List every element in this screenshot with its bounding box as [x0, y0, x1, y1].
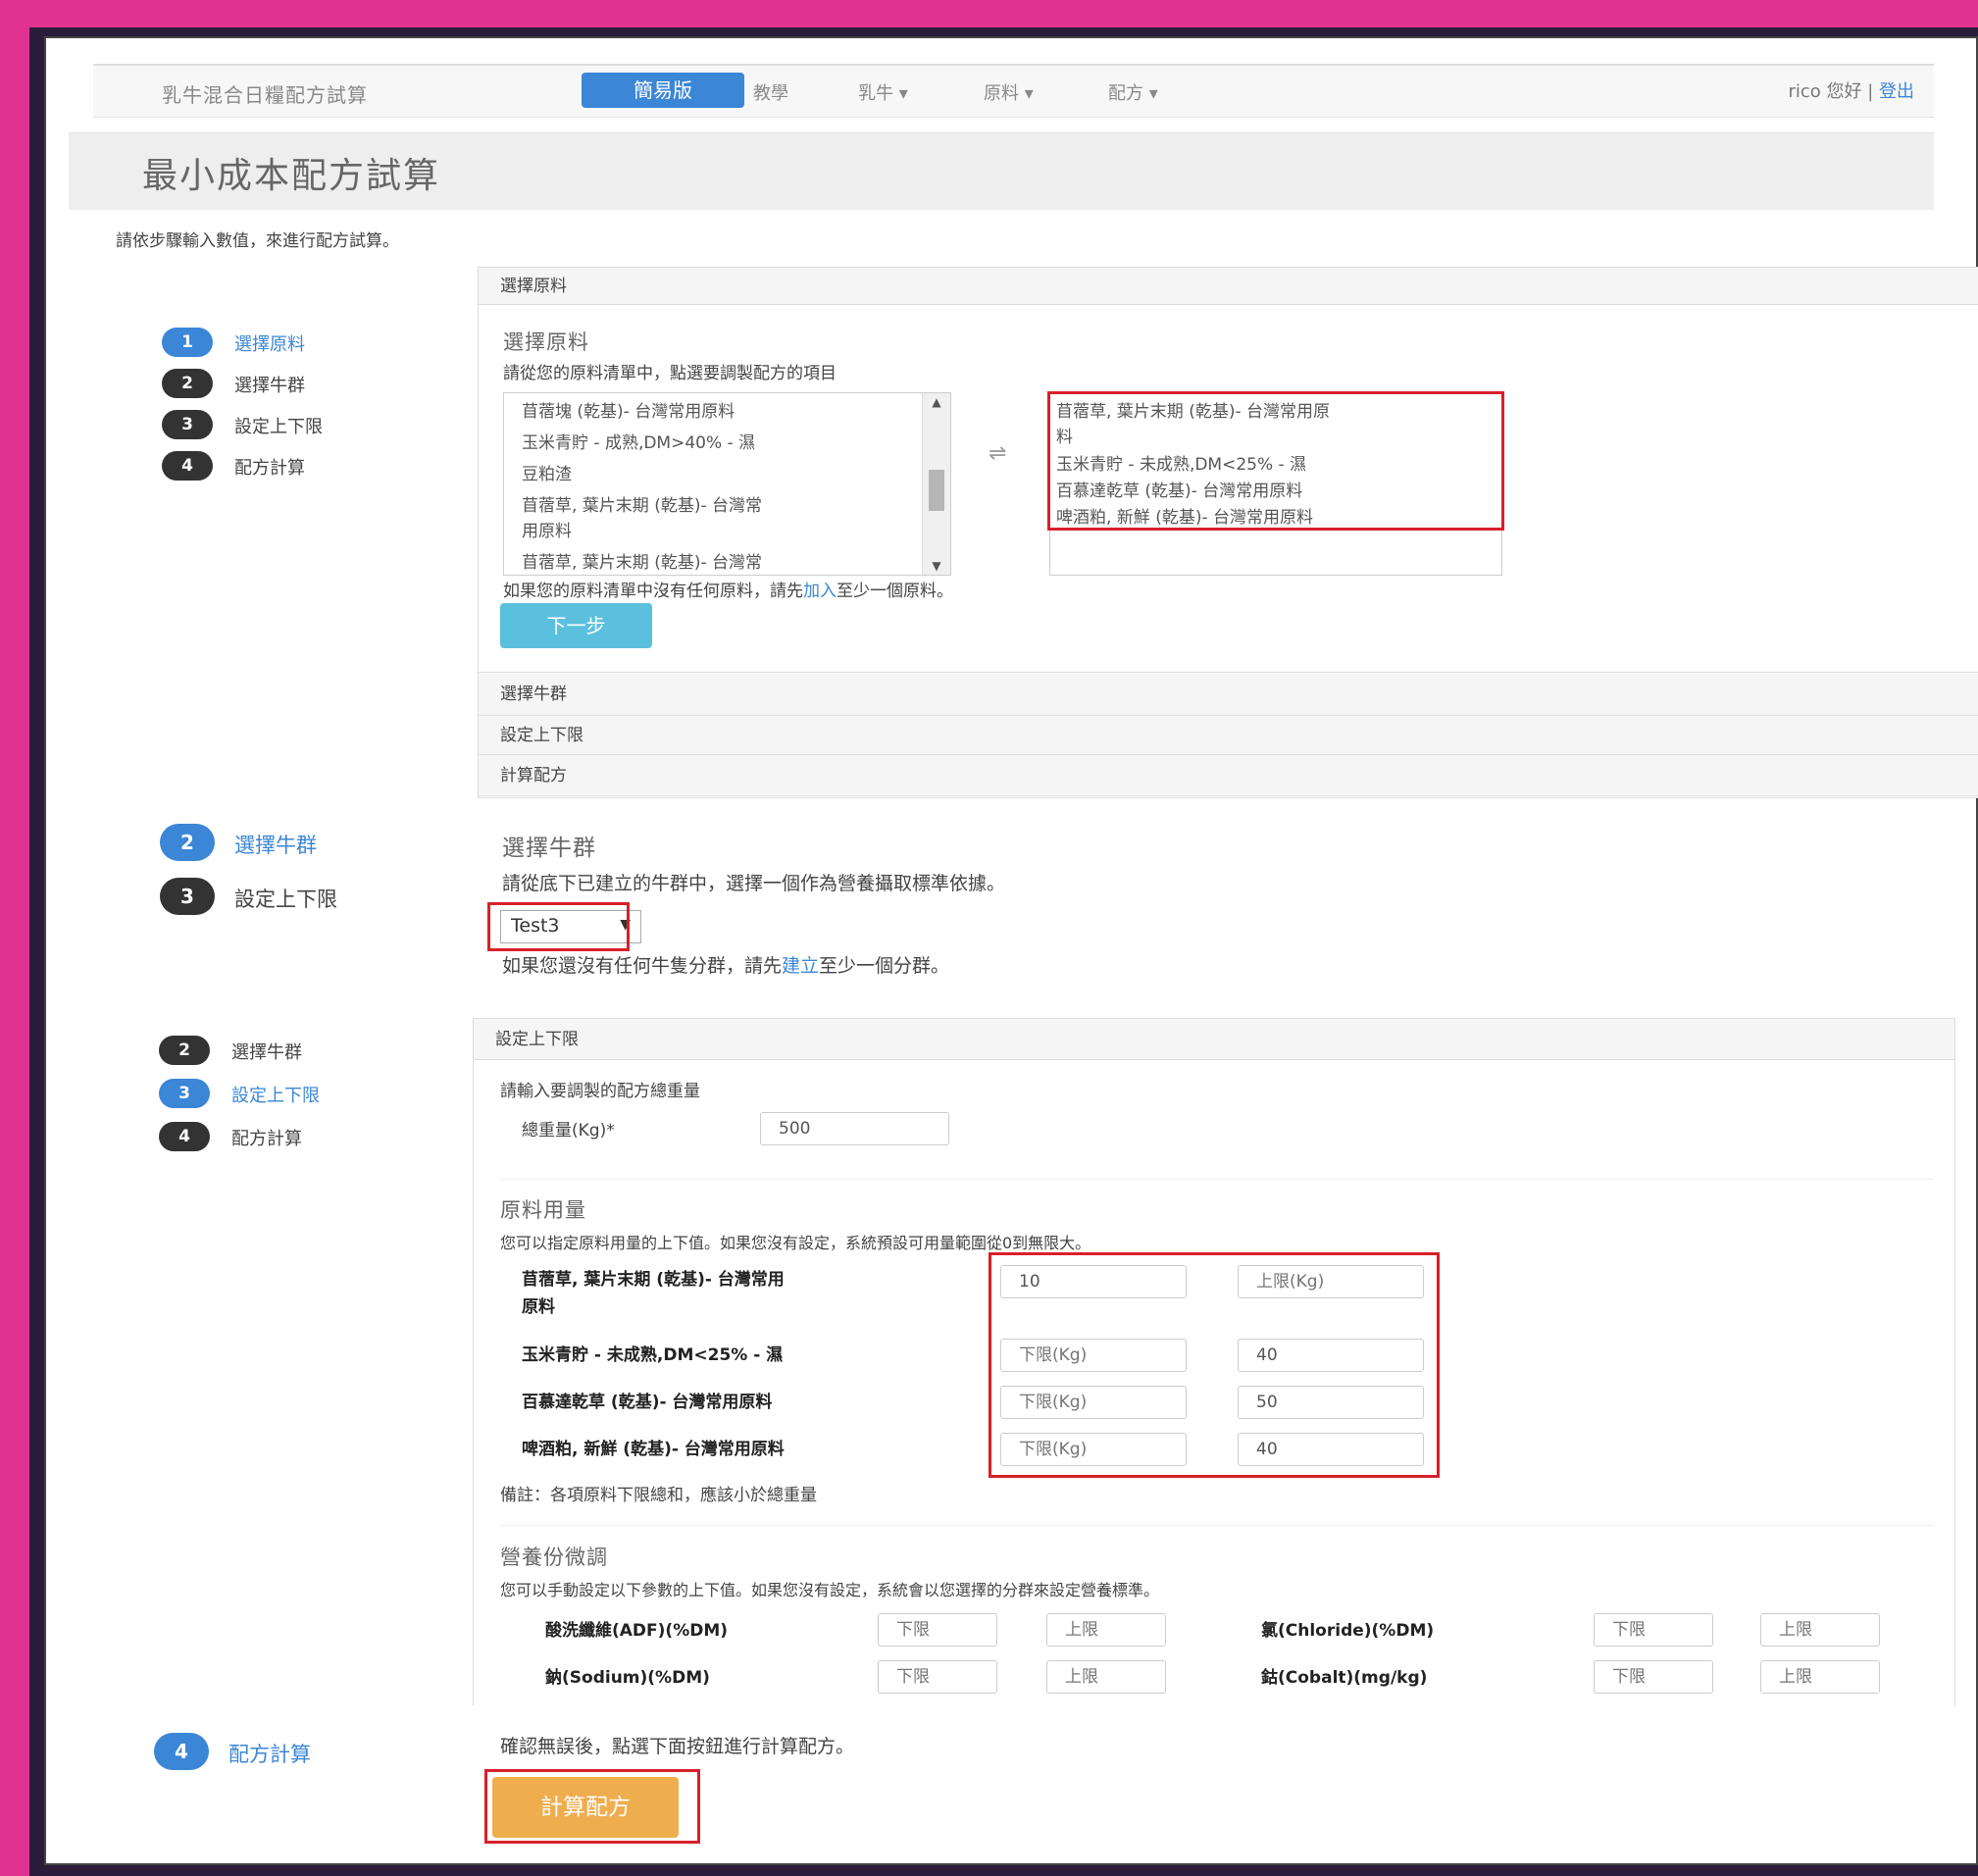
step-number: 3	[160, 878, 215, 915]
nutrient-upper-input[interactable]	[1046, 1660, 1166, 1694]
list-item[interactable]: 玉米青貯 - 成熟,DM>40% - 濕	[504, 429, 755, 453]
nutrient-lower-input[interactable]	[878, 1613, 997, 1647]
step-number: 2	[159, 1036, 210, 1065]
step-label: 設定上下限	[234, 417, 323, 437]
available-ingredients-list[interactable]: 苜蓿塊 (乾基)- 台灣常用原料 玉米青貯 - 成熟,DM>40% - 濕 豆粕…	[503, 392, 951, 576]
step-label: 配方計算	[231, 1129, 302, 1149]
instruction-text: 請從您的原料清單中，點選要調製配方的項目	[503, 364, 837, 383]
panel-heading-select-herd[interactable]: 選擇牛群	[479, 672, 1978, 716]
usage-title: 原料用量	[500, 1198, 586, 1222]
step-label: 選擇原料	[234, 334, 305, 355]
create-herd-note: 如果您還沒有任何牛隻分群，請先建立至少一個分群。	[502, 951, 949, 978]
nutrient-upper-input[interactable]	[1760, 1613, 1880, 1647]
nutrient-description: 您可以手動設定以下參數的上下值。如果您沒有設定，系統會以您選擇的分群來設定營養標…	[500, 1581, 1160, 1599]
nutrient-label: 氯(Chloride)(%DM)	[1261, 1621, 1435, 1641]
list-scrollbar[interactable]: ▲ ▼	[922, 393, 950, 575]
confirm-instruction: 確認無誤後，點選下面按鈕進行計算配方。	[500, 1736, 855, 1757]
logout-link[interactable]: 登出	[1879, 81, 1914, 102]
panel-heading-select-ingredients[interactable]: 選擇原料	[479, 268, 1978, 305]
nutrient-upper-input[interactable]	[1046, 1613, 1166, 1647]
remark-text: 備註：各項原料下限總和，應該小於總重量	[500, 1486, 817, 1505]
nav-dairy-cow[interactable]: 乳牛 ▾	[858, 79, 908, 105]
usage-description: 您可以指定原料用量的上下值。如果您沒有設定，系統預設可用量範圍從0到無限大。	[500, 1234, 1091, 1252]
weight-prompt: 請輸入要調製的配方總重量	[500, 1082, 700, 1101]
step-number: 4	[159, 1122, 210, 1151]
section-title: 選擇原料	[503, 330, 589, 354]
panel-heading-set-limits[interactable]: 設定上下限	[474, 1019, 1954, 1060]
scroll-thumb[interactable]	[929, 470, 944, 511]
next-step-button[interactable]: 下一步	[500, 603, 652, 648]
list-item[interactable]: 苜蓿草, 葉片末期 (乾基)- 台灣常	[504, 548, 762, 573]
add-ingredient-note: 如果您的原料清單中沒有任何原料，請先加入至少一個原料。	[503, 577, 953, 601]
step-label: 選擇牛群	[234, 834, 317, 857]
panel-heading-calc-formula[interactable]: 計算配方	[479, 755, 1978, 796]
note-text: 至少一個分群。	[819, 955, 950, 977]
step-number: 4	[162, 451, 213, 481]
nav-ingredients[interactable]: 原料 ▾	[984, 79, 1034, 105]
nutrient-label: 酸洗纖維(ADF)(%DM)	[545, 1621, 729, 1641]
note-text: 如果您的原料清單中沒有任何原料，請先	[503, 582, 803, 601]
step-label: 設定上下限	[231, 1086, 320, 1106]
divider	[500, 1179, 1934, 1180]
create-herd-link[interactable]: 建立	[782, 955, 819, 977]
nav-formula[interactable]: 配方 ▾	[1108, 79, 1158, 105]
ingredient-row-label: 啤酒粕, 新鮮 (乾基)- 台灣常用原料	[522, 1440, 785, 1459]
highlight-box	[487, 902, 630, 951]
note-text: 至少一個原料。	[837, 582, 953, 601]
user-greeting: rico 您好 | 登出	[1788, 77, 1914, 103]
highlight-box	[989, 1252, 1440, 1478]
brand-link[interactable]: 乳牛混合日糧配方試算	[162, 79, 368, 108]
add-ingredient-link[interactable]: 加入	[803, 582, 837, 601]
step-number: 3	[162, 410, 213, 439]
step-number: 2	[160, 824, 215, 861]
step-label: 選擇牛群	[234, 376, 305, 396]
nutrient-lower-input[interactable]	[878, 1660, 997, 1694]
highlight-box	[1047, 391, 1504, 531]
nutrient-lower-input[interactable]	[1594, 1660, 1713, 1694]
step-label: 配方計算	[234, 458, 305, 479]
sidebar-intro: 請依步驟輸入數值，來進行配方試算。	[116, 231, 399, 251]
section-title: 選擇牛群	[502, 836, 596, 861]
list-item[interactable]: 苜蓿塊 (乾基)- 台灣常用原料	[504, 397, 735, 422]
nutrient-upper-input[interactable]	[1760, 1660, 1880, 1694]
scroll-up-icon[interactable]: ▲	[923, 395, 950, 409]
ingredient-row-label: 苜蓿草, 葉片末期 (乾基)- 台灣常用	[522, 1270, 785, 1290]
list-item[interactable]: 用原料	[504, 517, 572, 541]
note-text: 如果您還沒有任何牛隻分群，請先	[502, 955, 783, 977]
instruction-text: 請從底下已建立的牛群中，選擇一個作為營養攝取標準依據。	[502, 873, 1006, 894]
nav-tutorial[interactable]: 教學	[753, 79, 788, 105]
nutrient-lower-input[interactable]	[1594, 1613, 1713, 1647]
step-number: 4	[154, 1733, 209, 1770]
scroll-down-icon[interactable]: ▼	[923, 559, 950, 573]
navbar: 乳牛混合日糧配方試算 簡易版 教學 乳牛 ▾ 原料 ▾ 配方 ▾ rico 您好…	[93, 64, 1934, 118]
total-weight-input[interactable]	[760, 1112, 949, 1145]
list-item[interactable]: 苜蓿草, 葉片末期 (乾基)- 台灣常	[504, 491, 762, 516]
step-label: 設定上下限	[234, 887, 337, 911]
divider	[500, 1525, 1934, 1526]
step-number: 1	[162, 328, 213, 357]
nutrient-title: 營養份微調	[500, 1546, 608, 1569]
step-number: 3	[159, 1079, 210, 1108]
nav-simple-version[interactable]: 簡易版	[582, 73, 744, 108]
ingredient-row-label: 百慕達乾草 (乾基)- 台灣常用原料	[522, 1393, 773, 1412]
list-item[interactable]: 豆粕渣	[504, 460, 572, 484]
nutrient-label: 鈷(Cobalt)(mg/kg)	[1261, 1668, 1428, 1688]
nutrient-label: 鈉(Sodium)(%DM)	[545, 1668, 710, 1688]
user-name: rico 您好 |	[1788, 81, 1879, 102]
page-title: 最小成本配方試算	[142, 156, 441, 196]
step-label: 配方計算	[228, 1743, 311, 1766]
step-label: 選擇牛群	[231, 1042, 302, 1063]
total-weight-label: 總重量(Kg)*	[522, 1121, 615, 1141]
ingredient-row-label: 原料	[522, 1297, 555, 1317]
page-header: 最小成本配方試算	[69, 132, 1934, 210]
highlight-box	[484, 1769, 700, 1844]
transfer-icon: ⇌	[989, 441, 1007, 466]
step-number: 2	[162, 369, 213, 398]
panel-heading-set-limits[interactable]: 設定上下限	[479, 716, 1978, 755]
ingredient-row-label: 玉米青貯 - 未成熟,DM<25% - 濕	[522, 1345, 784, 1365]
